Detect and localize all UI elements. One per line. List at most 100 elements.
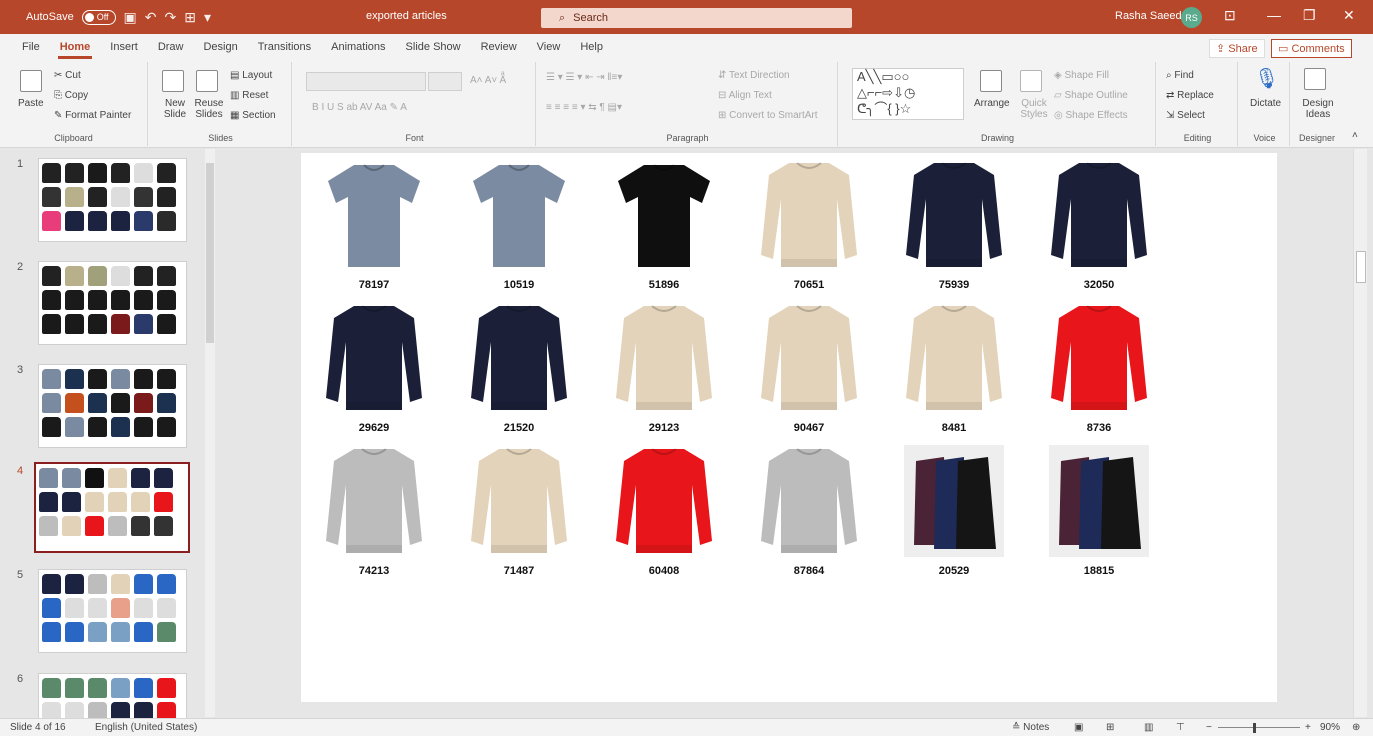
product-code[interactable]: 20529 — [899, 565, 1009, 577]
product-item[interactable]: 8736 — [1044, 302, 1154, 434]
text-direction-button[interactable]: ⇵ Text Direction — [718, 70, 790, 81]
sweater-image[interactable] — [469, 445, 569, 557]
save-icon[interactable]: ▣ — [124, 9, 137, 26]
comments-button[interactable]: ▭ Comments — [1271, 39, 1352, 58]
sweater-image[interactable] — [1049, 302, 1149, 414]
font-format-buttons[interactable]: B I U S ab AV Aa ✎ A — [312, 102, 407, 113]
quick-styles-icon[interactable] — [1020, 70, 1042, 92]
sweater-image[interactable] — [614, 445, 714, 557]
new-slide-icon[interactable] — [162, 70, 184, 92]
product-item[interactable]: 21520 — [464, 302, 574, 434]
editor-scroll-thumb[interactable] — [1356, 251, 1366, 283]
reuse-slides-icon[interactable] — [196, 70, 218, 92]
product-item[interactable]: 20529 — [899, 445, 1009, 577]
reuse-slides-button[interactable]: Reuse Slides — [192, 98, 226, 120]
shirt-bundle-image[interactable] — [904, 445, 1004, 557]
paste-icon[interactable] — [20, 70, 42, 92]
zoom-slider[interactable] — [1218, 727, 1300, 728]
share-button[interactable]: ⇪ Share — [1209, 39, 1265, 58]
replace-button[interactable]: ⇄ Replace — [1166, 90, 1214, 101]
fit-slide-icon[interactable]: ⊕ — [1352, 722, 1360, 733]
document-title[interactable]: exported articles — [366, 10, 447, 22]
design-ideas-icon[interactable] — [1304, 68, 1326, 90]
collapse-ribbon-icon[interactable]: ˄ — [1352, 130, 1358, 141]
zoom-slider-handle[interactable] — [1253, 723, 1256, 733]
product-code[interactable]: 87864 — [754, 565, 864, 577]
list-buttons[interactable]: ☰ ▾ ☰ ▾ ⇤ ⇥ ‖≡▾ — [546, 72, 622, 83]
product-item[interactable]: 70651 — [754, 159, 864, 291]
tab-review[interactable]: Review — [471, 34, 527, 60]
slide-thumbnail[interactable] — [38, 364, 187, 448]
tshirt-image[interactable] — [324, 159, 424, 271]
layout-button[interactable]: ▤ Layout — [230, 70, 272, 81]
shape-fill-button[interactable]: ◈ Shape Fill — [1054, 70, 1109, 81]
design-ideas-button[interactable]: Design Ideas — [1300, 98, 1336, 120]
zoom-in-icon[interactable]: + — [1305, 722, 1311, 733]
dictate-button[interactable]: Dictate — [1250, 98, 1281, 109]
tab-file[interactable]: File — [12, 34, 50, 60]
tshirt-image[interactable] — [614, 159, 714, 271]
product-code[interactable]: 70651 — [754, 279, 864, 291]
convert-smartart-button[interactable]: ⊞ Convert to SmartArt — [718, 110, 818, 121]
arrange-icon[interactable] — [980, 70, 1002, 92]
redo-icon[interactable]: ↷ — [165, 9, 177, 26]
font-size-field[interactable] — [428, 72, 462, 91]
zoom-out-icon[interactable]: − — [1206, 722, 1212, 733]
sweater-image[interactable] — [759, 302, 859, 414]
normal-view-icon[interactable]: ▣ — [1074, 722, 1083, 733]
slideshow-icon[interactable]: ⊤ — [1176, 722, 1185, 733]
search-box[interactable]: ⌕ Search — [541, 8, 852, 28]
product-item[interactable]: 87864 — [754, 445, 864, 577]
new-slide-button[interactable]: New Slide — [158, 98, 192, 120]
font-name-field[interactable] — [306, 72, 426, 91]
product-code[interactable]: 60408 — [609, 565, 719, 577]
product-item[interactable]: 75939 — [899, 159, 1009, 291]
slide-thumbnail[interactable] — [34, 462, 190, 553]
tab-slide-show[interactable]: Slide Show — [396, 34, 471, 60]
product-item[interactable]: 32050 — [1044, 159, 1154, 291]
product-item[interactable]: 90467 — [754, 302, 864, 434]
font-size-buttons[interactable]: A˄ A˅ Aͣ — [470, 75, 506, 86]
product-item[interactable]: 71487 — [464, 445, 574, 577]
present-icon[interactable]: ⊞ — [184, 9, 196, 26]
close-icon[interactable]: ✕ — [1343, 7, 1355, 24]
autosave-toggle[interactable]: Off — [81, 9, 116, 25]
slide-thumbnail[interactable] — [38, 569, 187, 653]
find-button[interactable]: ⌕ Find — [1166, 70, 1194, 81]
sweater-image[interactable] — [1049, 159, 1149, 271]
current-slide[interactable]: 78197 10519 51896 70651 75939 32050 29629 21520… — [301, 153, 1277, 702]
language-indicator[interactable]: English (United States) — [95, 722, 197, 733]
sweater-image[interactable] — [469, 302, 569, 414]
product-code[interactable]: 29629 — [319, 422, 429, 434]
product-code[interactable]: 29123 — [609, 422, 719, 434]
user-name[interactable]: Rasha Saeed — [1115, 10, 1182, 22]
zoom-level[interactable]: 90% — [1320, 722, 1340, 733]
tab-home[interactable]: Home — [50, 34, 101, 60]
shapes-gallery[interactable]: A╲╲▭○○ △⌐⌐⇨⇩◷ ᕦ╮⌒{ }☆ — [852, 68, 964, 120]
product-code[interactable]: 78197 — [319, 279, 429, 291]
align-text-button[interactable]: ⊟ Align Text — [718, 90, 772, 101]
product-item[interactable]: 29629 — [319, 302, 429, 434]
product-code[interactable]: 8736 — [1044, 422, 1154, 434]
shape-outline-button[interactable]: ▱ Shape Outline — [1054, 90, 1128, 101]
product-code[interactable]: 74213 — [319, 565, 429, 577]
tab-draw[interactable]: Draw — [148, 34, 194, 60]
tab-insert[interactable]: Insert — [100, 34, 148, 60]
product-code[interactable]: 51896 — [609, 279, 719, 291]
select-button[interactable]: ⇲ Select — [1166, 110, 1205, 121]
reading-view-icon[interactable]: ▥ — [1144, 722, 1153, 733]
product-code[interactable]: 75939 — [899, 279, 1009, 291]
customize-qat-icon[interactable]: ▾ — [204, 9, 211, 26]
sweater-image[interactable] — [759, 445, 859, 557]
product-item[interactable]: 78197 — [319, 159, 429, 291]
product-code[interactable]: 21520 — [464, 422, 574, 434]
product-item[interactable]: 10519 — [464, 159, 574, 291]
copy-button[interactable]: ⎘ Copy — [54, 90, 88, 101]
product-item[interactable]: 51896 — [609, 159, 719, 291]
minimize-icon[interactable]: — — [1267, 7, 1281, 23]
sweater-image[interactable] — [324, 445, 424, 557]
product-code[interactable]: 10519 — [464, 279, 574, 291]
format-painter-button[interactable]: ✎ Format Painter — [54, 110, 131, 121]
sweater-image[interactable] — [614, 302, 714, 414]
product-code[interactable]: 90467 — [754, 422, 864, 434]
